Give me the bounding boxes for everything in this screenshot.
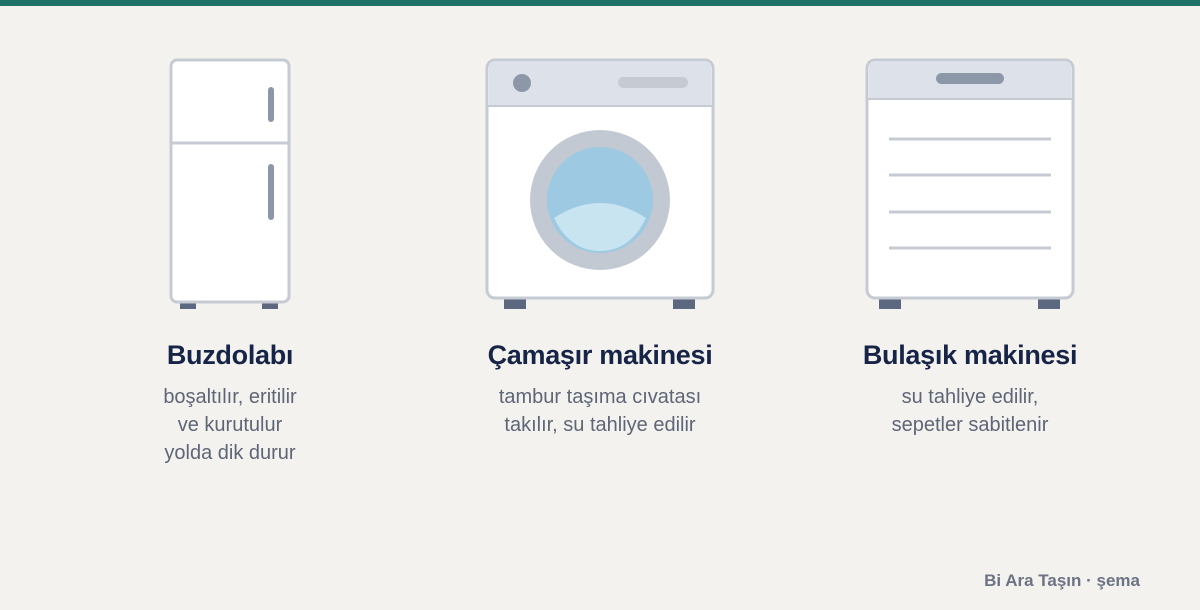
description-line: takılır, su tahliye edilir <box>504 414 696 436</box>
footer-credit: Bi Ara Taşın · şema <box>984 571 1140 590</box>
item-title: Bulaşık makinesi <box>862 340 1078 370</box>
description-line: boşaltılır, eritilir <box>163 386 297 408</box>
description-line: sepetler sabitlenir <box>891 414 1049 436</box>
description-line: yolda dik durur <box>164 442 296 464</box>
description-line: tambur taşıma cıvatası <box>498 386 702 408</box>
fridge-icon <box>169 58 291 309</box>
washing-machine-icon <box>485 58 715 309</box>
item-description: boşaltılır, eritilir ve kurutulur yolda … <box>50 383 410 467</box>
item-title: Çamaşır makinesi <box>487 340 713 370</box>
item-description: su tahliye edilir, sepetler sabitlenir <box>790 383 1150 439</box>
item-description: tambur taşıma cıvatası takılır, su tahli… <box>420 383 780 439</box>
description-line: su tahliye edilir, <box>901 386 1039 408</box>
dishwasher-icon <box>865 58 1075 309</box>
top-accent-bar <box>0 0 1200 6</box>
description-line: ve kurutulur <box>177 414 283 436</box>
item-title: Buzdolabı <box>166 340 294 370</box>
